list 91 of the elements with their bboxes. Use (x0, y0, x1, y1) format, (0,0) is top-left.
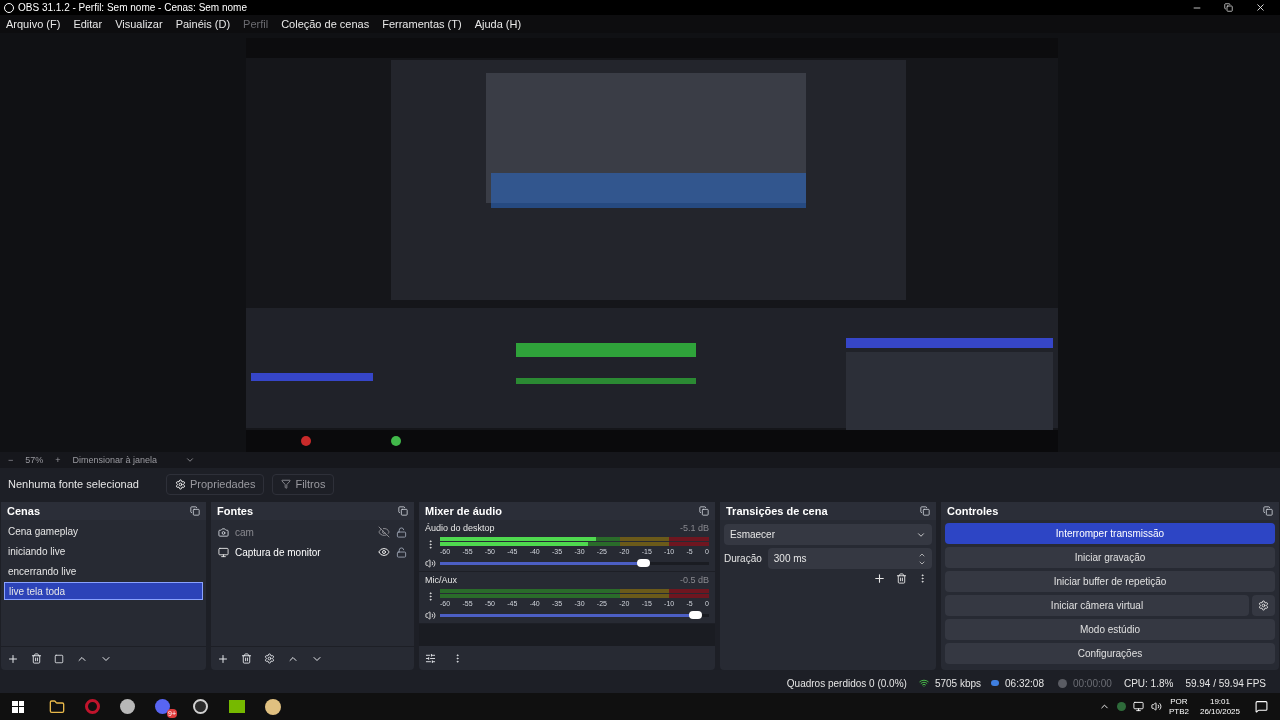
monitor-icon (218, 546, 229, 558)
volume-thumb[interactable] (637, 558, 651, 567)
recorder-app-icon[interactable] (193, 698, 208, 714)
stream-icon (991, 680, 1000, 687)
add-icon[interactable] (7, 652, 19, 665)
add-icon[interactable] (873, 572, 886, 586)
gear-icon (1258, 600, 1269, 612)
notifications-icon[interactable] (1255, 700, 1268, 714)
channel-name: Áudio do desktop (425, 522, 495, 536)
windows-start-icon[interactable] (12, 700, 24, 713)
duration-label: Duração (724, 552, 762, 567)
panel-title: Fontes (217, 504, 254, 520)
channel-reading: -5.1 dB (679, 522, 709, 536)
keyboard-layout[interactable]: PTB2 (1168, 706, 1189, 717)
clock-date[interactable]: 26/10/2025 (1199, 706, 1240, 717)
undock-icon[interactable] (190, 506, 200, 517)
channel-reading: -0.5 dB (679, 574, 709, 588)
record-time: 00:00:00 (1071, 676, 1113, 691)
menu-item[interactable]: Ajuda (H) (472, 15, 524, 33)
control-button[interactable]: Configurações (945, 643, 1275, 665)
delete-icon[interactable] (31, 653, 42, 665)
zoom-out-button[interactable]: − (8, 453, 14, 468)
control-button[interactable]: Modo estúdio (945, 619, 1275, 641)
panel-title: Mixer de áudio (425, 504, 503, 520)
volume-icon[interactable] (425, 609, 436, 621)
scene-item[interactable]: live tela toda (4, 582, 203, 601)
avatar-icon[interactable] (265, 698, 281, 715)
volume-thumb[interactable] (688, 610, 702, 619)
source-item[interactable]: cam (235, 524, 372, 540)
undock-icon[interactable] (920, 506, 930, 517)
undock-icon[interactable] (699, 506, 709, 517)
ring-icon[interactable] (85, 699, 100, 715)
undock-icon[interactable] (1263, 506, 1273, 517)
delete-icon[interactable] (896, 573, 907, 585)
menu-item[interactable]: Painéis (D) (173, 15, 233, 33)
panel-title: Cenas (7, 504, 41, 520)
filters-button[interactable]: Filtros (272, 473, 335, 495)
hidden-icon[interactable] (378, 526, 390, 539)
zoom-level: 57% (25, 453, 44, 467)
input-language[interactable]: POR (1170, 696, 1188, 707)
menu-item[interactable]: Coleção de cenas (279, 15, 372, 33)
folder-icon[interactable] (49, 698, 65, 715)
camera-icon (218, 526, 229, 538)
fps: 59.94 / 59.94 FPS (1184, 676, 1267, 691)
duration-field[interactable]: 300 ms (767, 548, 932, 570)
settings-button[interactable] (1252, 595, 1275, 617)
volume-icon[interactable] (425, 557, 436, 569)
source-item[interactable]: Captura de monitor (235, 544, 372, 560)
scale-mode-dropdown[interactable]: Dimensionar à janela (72, 453, 195, 468)
volume-slider[interactable] (440, 561, 709, 565)
tray-app-icon[interactable] (1116, 702, 1126, 712)
stream-time: 06:32:08 (1004, 676, 1045, 691)
cpu-usage: CPU: 1.8% (1122, 676, 1175, 691)
menu-item[interactable]: Ferramentas (T) (380, 15, 464, 33)
bitrate: 5705 kbps (933, 676, 983, 691)
signal-icon (918, 678, 929, 689)
restore-button[interactable] (1222, 1, 1235, 14)
menu-item[interactable]: Visualizar (113, 15, 165, 33)
scene-item[interactable]: Cena gameplay (4, 522, 203, 541)
delete-icon[interactable] (241, 653, 252, 665)
undock-icon[interactable] (398, 506, 408, 517)
control-button[interactable]: Iniciar câmera virtual (945, 595, 1249, 617)
dropped-frames: Quadros perdidos 0 (0.0%) (778, 675, 915, 691)
zoom-in-button[interactable]: + (55, 453, 61, 468)
add-icon[interactable] (217, 652, 229, 665)
scene-item[interactable]: iniciando live (4, 542, 203, 561)
advanced-audio-icon[interactable] (425, 652, 436, 664)
menu-item[interactable]: Arquivo (F) (4, 15, 63, 33)
control-button[interactable]: Iniciar buffer de repetição (945, 571, 1275, 593)
settings-icon[interactable] (264, 653, 275, 665)
restore-icon (1224, 3, 1233, 12)
unlock-icon[interactable] (396, 526, 407, 538)
menu-item[interactable]: Editar (71, 15, 105, 33)
control-button[interactable]: Interromper transmissão (945, 523, 1275, 545)
gear-icon (175, 478, 186, 490)
channel-name: Mic/Aux (425, 574, 457, 588)
clock-time[interactable]: 19:01 (1209, 696, 1230, 707)
scene-item[interactable]: encerrando live (4, 562, 203, 581)
graphics-app-icon[interactable] (229, 700, 245, 714)
control-button[interactable]: Iniciar gravação (945, 547, 1275, 569)
selected-source-label: Nenhuma fonte selecionad (8, 477, 140, 493)
unlock-icon[interactable] (396, 546, 407, 558)
properties-button[interactable]: Propriedades (166, 473, 265, 495)
volume-icon[interactable] (1150, 701, 1162, 713)
panel-title: Controles (947, 504, 999, 520)
window-title: OBS 31.1.2 - Perfil: Sem nome - Cenas: Sem nome (18, 1, 247, 15)
visibility-icon[interactable] (378, 546, 390, 559)
chat-app-icon[interactable] (155, 698, 170, 714)
close-icon (1255, 2, 1266, 13)
panel-title: Transições de cena (726, 504, 828, 520)
transition-dropdown[interactable]: Esmaecer (724, 524, 932, 546)
